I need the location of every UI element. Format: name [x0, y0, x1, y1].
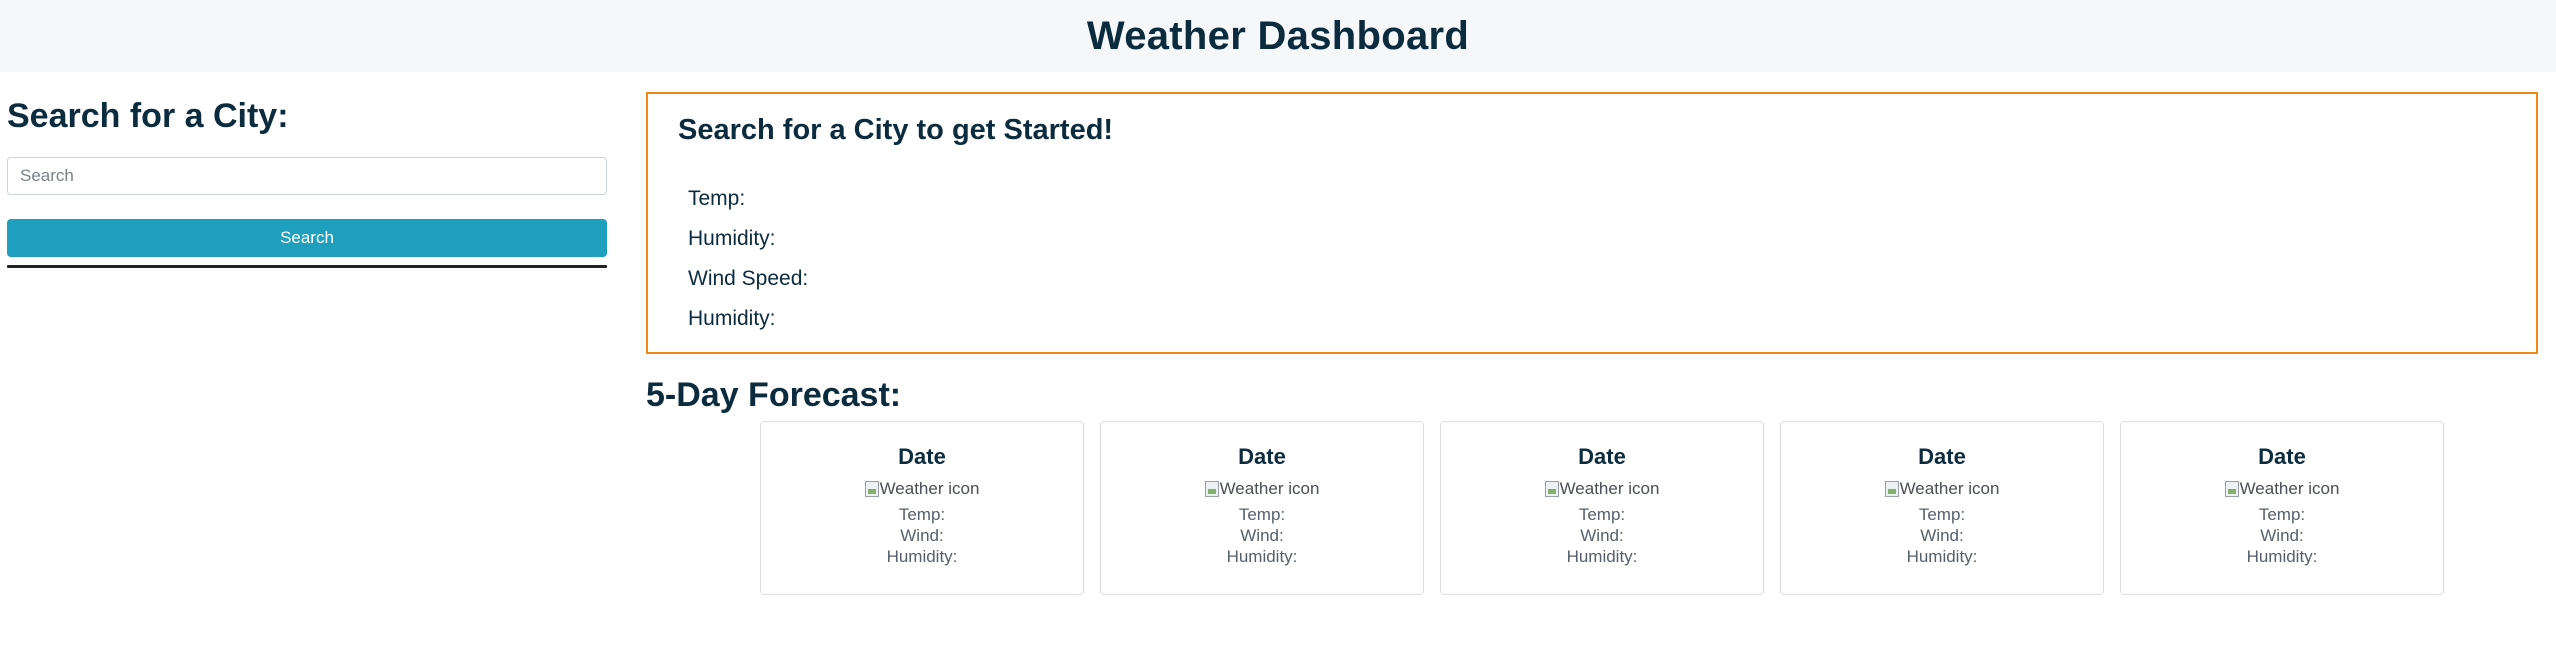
forecast-date: Date [2258, 444, 2306, 469]
weather-icon: Weather icon [761, 479, 1083, 499]
weather-icon-alt: Weather icon [1899, 479, 2000, 498]
weather-icon: Weather icon [1101, 479, 1423, 499]
broken-image-icon [864, 481, 879, 497]
forecast-card: Date Weather icon Temp: Wind: Humidity: [1100, 421, 1424, 595]
page-header: Weather Dashboard [0, 0, 2556, 72]
broken-image-icon [1544, 481, 1559, 497]
forecast-date: Date [1238, 444, 1286, 469]
forecast-temp: Temp: [898, 505, 946, 524]
broken-image-icon [1884, 481, 1899, 497]
forecast-card: Date Weather icon Temp: Wind: Humidity: [1780, 421, 2104, 595]
weather-icon-alt: Weather icon [2239, 479, 2340, 498]
broken-image-icon [1204, 481, 1219, 497]
forecast-humidity: Humidity: [2246, 547, 2318, 566]
forecast-heading: 5-Day Forecast: [646, 376, 902, 414]
weather-icon-alt: Weather icon [1559, 479, 1660, 498]
forecast-card: Date Weather icon Temp: Wind: Humidity: [760, 421, 1084, 595]
current-temp: Temp: [688, 187, 746, 210]
broken-image-icon [2224, 481, 2239, 497]
weather-icon-alt: Weather icon [879, 479, 980, 498]
forecast-wind: Wind: [1920, 526, 1964, 545]
forecast-temp: Temp: [2258, 505, 2306, 524]
city-search-input[interactable] [7, 157, 607, 195]
forecast-temp: Temp: [1238, 505, 1286, 524]
page-title: Weather Dashboard [1086, 13, 1470, 58]
current-wind-speed: Wind Speed: [688, 267, 809, 290]
forecast-card: Date Weather icon Temp: Wind: Humidity: [2120, 421, 2444, 595]
weather-icon: Weather icon [1781, 479, 2103, 499]
forecast-temp: Temp: [1578, 505, 1626, 524]
sidebar-divider [7, 265, 607, 268]
current-weather-heading: Search for a City to get Started! [678, 114, 1114, 146]
current-weather-panel: Search for a City to get Started! Temp: … [646, 92, 2538, 354]
forecast-temp: Temp: [1918, 505, 1966, 524]
forecast-humidity: Humidity: [1906, 547, 1978, 566]
current-humidity-secondary: Humidity: [688, 307, 776, 330]
forecast-humidity: Humidity: [886, 547, 958, 566]
weather-icon: Weather icon [2121, 479, 2443, 499]
search-sidebar: Search for a City: Search [7, 92, 607, 268]
forecast-card: Date Weather icon Temp: Wind: Humidity: [1440, 421, 1764, 595]
search-heading: Search for a City: [7, 97, 289, 135]
forecast-wind: Wind: [900, 526, 944, 545]
forecast-humidity: Humidity: [1566, 547, 1638, 566]
forecast-date: Date [1918, 444, 1966, 469]
forecast-wind: Wind: [1240, 526, 1284, 545]
forecast-humidity: Humidity: [1226, 547, 1298, 566]
current-humidity: Humidity: [688, 227, 776, 250]
weather-icon: Weather icon [1441, 479, 1763, 499]
forecast-wind: Wind: [2260, 526, 2304, 545]
search-button[interactable]: Search [7, 219, 607, 257]
forecast-date: Date [898, 444, 946, 469]
forecast-date: Date [1578, 444, 1626, 469]
forecast-wind: Wind: [1580, 526, 1624, 545]
weather-icon-alt: Weather icon [1219, 479, 1320, 498]
